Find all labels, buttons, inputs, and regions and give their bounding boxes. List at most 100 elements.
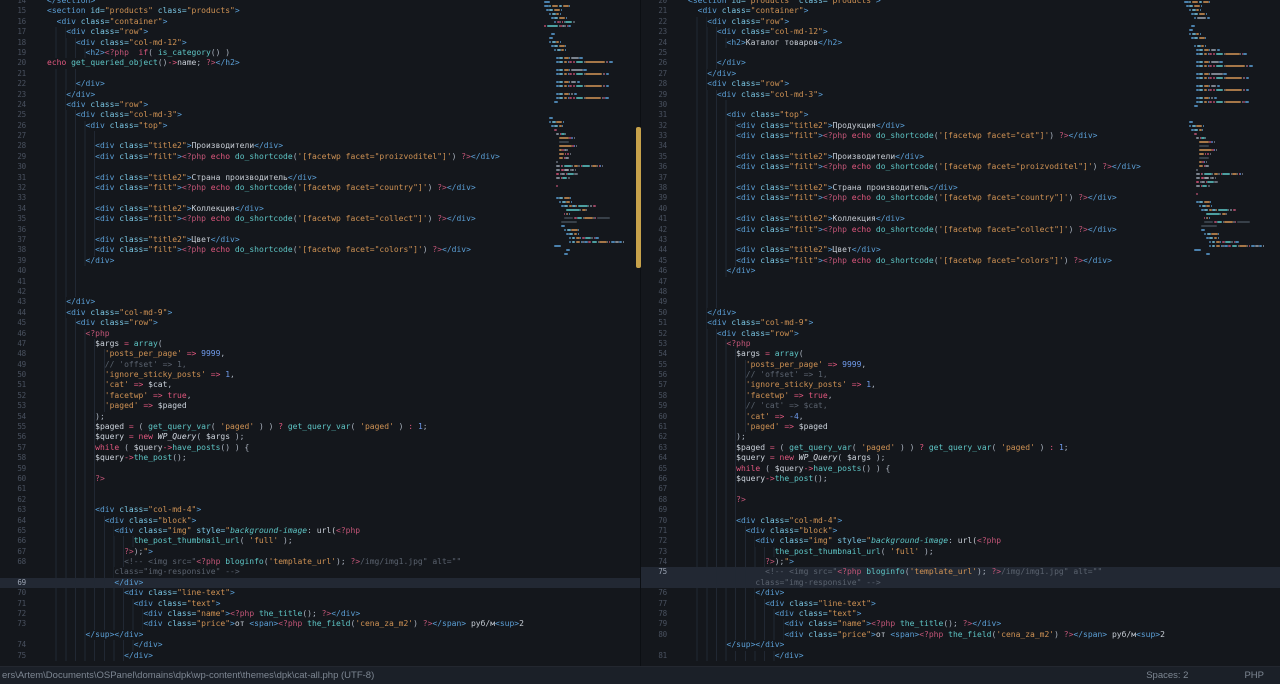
indent-guides	[688, 318, 708, 329]
line-number: 27	[658, 68, 667, 78]
line-number: 52	[17, 390, 26, 400]
indent-guides	[47, 484, 96, 495]
line-number: 66	[658, 473, 667, 483]
line-number: 18	[17, 37, 26, 47]
indent-guides	[47, 650, 125, 661]
line-number: 15	[17, 6, 26, 16]
indent-guides	[688, 390, 746, 402]
line-number: 16	[17, 16, 26, 26]
line-number: 75	[658, 567, 667, 577]
indentation-setting[interactable]: Spaces: 2	[1146, 670, 1188, 681]
indent-guides	[47, 577, 115, 589]
line-number: 53	[658, 338, 667, 348]
line-number: 64	[658, 453, 667, 463]
indent-guides	[47, 245, 96, 256]
line-number: 43	[658, 234, 667, 244]
line-number: 28	[17, 141, 26, 151]
line-number: 19	[17, 47, 26, 57]
indent-guides	[47, 546, 125, 558]
indent-guides	[47, 463, 96, 474]
indent-guides	[47, 557, 125, 568]
indent-guides	[688, 328, 717, 339]
line-number: 34	[658, 141, 667, 151]
line-number: 39	[658, 193, 667, 203]
indent-guides	[47, 473, 96, 485]
line-number	[0, 567, 26, 577]
line-number: 26	[658, 58, 667, 68]
minimap-right[interactable]	[1184, 0, 1280, 666]
line-number: 32	[658, 120, 667, 130]
line-number: 73	[17, 619, 26, 629]
indent-guides	[688, 515, 737, 526]
line-number: 81	[658, 650, 667, 660]
line-number: 35	[658, 151, 667, 161]
indent-guides	[47, 203, 96, 215]
indent-guides	[47, 224, 96, 235]
indent-guides	[47, 27, 67, 38]
indent-guides	[47, 390, 105, 402]
line-number: 29	[658, 89, 667, 99]
line-number: 20	[17, 58, 26, 68]
indent-guides	[688, 370, 746, 381]
line-number: 70	[17, 588, 26, 598]
line-number: 65	[658, 463, 667, 473]
line-number: 62	[658, 432, 667, 442]
indent-guides	[688, 494, 737, 506]
indent-guides	[47, 422, 96, 433]
line-number: 72	[658, 536, 667, 546]
indent-guides	[47, 515, 105, 526]
line-number: 27	[17, 131, 26, 141]
line-number: 34	[17, 203, 26, 213]
indent-guides	[688, 473, 737, 485]
indent-guides	[688, 546, 775, 558]
line-number	[641, 640, 667, 650]
line-number: 69	[658, 505, 667, 515]
status-bar: ers\Artem\Documents\OSPanel\domains\dpk\…	[0, 666, 1280, 684]
indent-guides	[47, 598, 134, 610]
line-number: 55	[17, 422, 26, 432]
line-number: 25	[658, 47, 667, 57]
line-number: 48	[17, 349, 26, 359]
line-number: 35	[17, 214, 26, 224]
line-number: 66	[17, 536, 26, 546]
line-number: 40	[658, 203, 667, 213]
minimap-left[interactable]	[544, 0, 640, 666]
indent-guides	[47, 297, 67, 308]
syntax-language[interactable]: PHP	[1244, 670, 1264, 681]
file-path: ers\Artem\Documents\OSPanel\domains\dpk\…	[2, 670, 375, 681]
line-number: 60	[17, 473, 26, 483]
indent-guides	[47, 47, 86, 59]
indent-guides	[688, 609, 775, 620]
line-number: 59	[658, 401, 667, 411]
indent-guides	[688, 193, 737, 204]
indent-guides	[47, 286, 76, 298]
editor-pane-right[interactable]: 20 <section id="products" class="products…	[640, 0, 1280, 666]
line-number: 56	[17, 432, 26, 442]
indent-guides	[688, 650, 775, 661]
scrollbar-thumb[interactable]	[636, 127, 641, 268]
line-number: 80	[658, 629, 667, 639]
line-number: 32	[17, 183, 26, 193]
line-number: 68	[658, 494, 667, 504]
line-number: 54	[658, 349, 667, 359]
line-number	[0, 630, 26, 640]
line-number: 71	[658, 525, 667, 535]
editor-pane-left[interactable]: 14 </section> 15 <section id="products" cla…	[0, 0, 640, 666]
indent-guides	[688, 131, 737, 142]
line-number: 37	[658, 172, 667, 182]
line-number: 22	[658, 16, 667, 26]
indent-guides	[688, 89, 717, 100]
indent-guides	[688, 286, 717, 298]
indent-guides	[688, 255, 737, 267]
line-number: 70	[658, 515, 667, 525]
indent-guides	[47, 349, 105, 360]
indent-guides	[688, 47, 717, 59]
indent-guides	[47, 442, 96, 454]
line-number: 30	[17, 162, 26, 172]
editor-split-view: 14 </section> 15 <section id="products" cla…	[0, 0, 1280, 666]
line-number: 25	[17, 110, 26, 120]
indent-guides	[688, 234, 737, 246]
indent-guides	[47, 411, 96, 423]
indent-guides	[47, 318, 76, 329]
line-number: 24	[658, 37, 667, 47]
